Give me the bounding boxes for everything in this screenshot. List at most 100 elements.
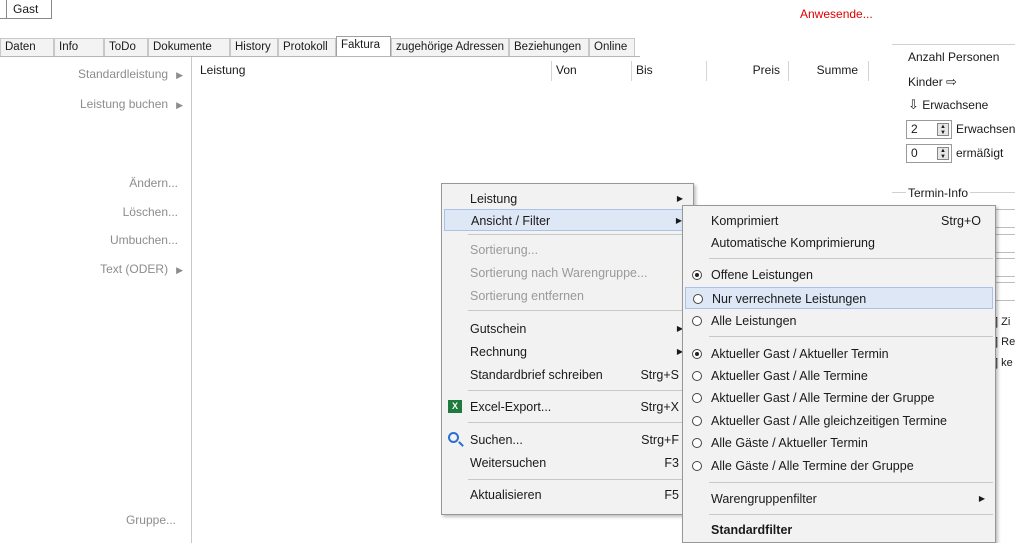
submenu-item-standardfilter-label: Standardfilter [711,523,793,537]
submenu-item-aktueller-gast-aktueller-termin-label: Aktueller Gast / Aktueller Termin [711,347,889,361]
menu-item-suchen[interactable]: Suchen... Strg+F [444,429,691,451]
tab-todo[interactable]: ToDo [104,38,148,56]
option-ke-label: ke [1001,357,1013,369]
menu-item-excel-export-label: Excel-Export... [470,400,552,414]
submenu-item-aktueller-gast-alle-termine[interactable]: Aktueller Gast / Alle Termine [685,365,993,387]
submenu-item-warengruppenfilter[interactable]: Warengruppenfilter ▶ [685,488,993,510]
delete-button[interactable]: Löschen... [40,205,178,219]
tab-faktura[interactable]: Faktura [336,36,391,57]
tab-beziehungen[interactable]: Beziehungen [509,38,589,56]
stepper-arrows-icon[interactable]: ▲ ▼ [937,123,949,136]
menu-item-ansicht-filter-label: Ansicht / Filter [471,214,551,228]
rebook-button[interactable]: Umbuchen... [40,233,178,247]
tab-zugehoerige-adressen[interactable]: zugehörige Adressen [391,38,509,56]
option-re-label: Re [1001,336,1015,348]
menu-separator [709,336,993,337]
submenu-item-auto-komprimierung-label: Automatische Komprimierung [711,236,875,250]
menu-item-sortierung-warengruppe[interactable]: Sortierung nach Warengruppe... [444,262,691,284]
radio-empty-icon [692,393,702,403]
submenu-item-standardfilter[interactable]: Standardfilter [685,519,993,541]
submenu-item-alle-gaeste-gruppe[interactable]: Alle Gäste / Alle Termine der Gruppe [685,455,993,477]
option-zi-label: Zi [1001,316,1011,328]
submenu-item-alle-gaeste-aktueller-termin-label: Alle Gäste / Aktueller Termin [711,436,868,450]
menu-separator [468,390,691,391]
menu-item-excel-export-shortcut: Strg+X [640,400,679,414]
submenu-item-alle-gaeste-aktueller-termin[interactable]: Alle Gäste / Aktueller Termin [685,432,993,454]
submenu-item-offene-leistungen[interactable]: Offene Leistungen [685,264,993,286]
menu-item-aktualisieren[interactable]: Aktualisieren F5 [444,484,691,506]
adults-toggle[interactable]: ⇩ Erwachsene [908,97,988,113]
submenu-item-aktueller-gast-aktueller-termin[interactable]: Aktueller Gast / Aktueller Termin [685,343,993,365]
column-leistung[interactable]: Leistung [196,61,552,81]
submenu-item-aktueller-gast-alle-termine-label: Aktueller Gast / Alle Termine [711,369,868,383]
arrow-down-icon: ⇩ [908,97,919,112]
radio-selected-icon [692,349,702,359]
menu-separator [468,234,691,235]
submenu-item-verrechnete-leistungen[interactable]: Nur verrechnete Leistungen [685,287,993,309]
menu-item-rechnung-label: Rechnung [470,345,527,359]
tab-history[interactable]: History [230,38,278,56]
text-or-menu[interactable]: Text (ODER) ▶ [40,262,183,276]
appointment-group-title: Termin-Info [906,186,971,200]
tab-dokumente[interactable]: Dokumente [148,38,230,56]
menu-item-weitersuchen[interactable]: Weitersuchen F3 [444,452,691,474]
submenu-item-komprimiert[interactable]: Komprimiert Strg+O [685,210,993,232]
group-button[interactable]: Gruppe... [40,513,176,527]
chevron-right-icon: ▶ [176,265,183,275]
column-preis[interactable]: Preis [707,61,789,81]
menu-item-rechnung[interactable]: Rechnung ▶ [444,341,691,363]
chevron-right-icon: ▶ [176,100,183,110]
column-bis[interactable]: Bis [632,61,707,81]
radio-empty-icon [692,371,702,381]
tab-daten[interactable]: Daten [0,38,54,56]
menu-item-leistung[interactable]: Leistung ▶ [444,188,691,210]
submenu-item-offene-leistungen-label: Offene Leistungen [711,268,813,282]
persons-group-title: Anzahl Personen [906,50,1002,64]
menu-item-suchen-shortcut: Strg+F [641,433,679,447]
option-ke[interactable]: ] ke [995,357,1013,369]
grid-header: Leistung Von Bis Preis Summe [192,61,870,81]
menu-separator [468,310,691,311]
submenu-item-alle-leistungen[interactable]: Alle Leistungen [685,310,993,332]
edit-button[interactable]: Ändern... [40,176,178,190]
radio-empty-icon [692,461,702,471]
submenu-item-alle-leistungen-label: Alle Leistungen [711,314,797,328]
standard-service-menu[interactable]: Standardleistung ▶ [40,67,183,81]
search-icon [448,432,459,443]
excel-icon: X [448,400,462,413]
book-service-label: Leistung buchen [80,97,169,111]
submenu-item-aktueller-gast-gruppe[interactable]: Aktueller Gast / Alle Termine der Gruppe [685,387,993,409]
reduced-count-stepper[interactable]: 0 ▲ ▼ [906,144,952,163]
column-von[interactable]: Von [552,61,632,81]
menu-separator [468,422,691,423]
option-re[interactable]: ] Re [995,336,1015,348]
present-guests-link[interactable]: Anwesende... [800,7,873,21]
option-zi[interactable]: ] Zi [995,316,1010,328]
radio-selected-icon [692,270,702,280]
menu-item-sortierung-entfernen[interactable]: Sortierung entfernen [444,285,691,307]
menu-item-gutschein[interactable]: Gutschein ▶ [444,318,691,340]
chevron-right-icon: ▶ [176,70,183,80]
tab-online[interactable]: Online [589,38,635,56]
stepper-arrows-icon[interactable]: ▲ ▼ [937,147,949,160]
tab-protokoll[interactable]: Protokoll [278,38,336,56]
menu-separator [709,514,993,515]
menu-item-standardbrief[interactable]: Standardbrief schreiben Strg+S [444,364,691,386]
menu-item-sortierung-label: Sortierung... [470,243,539,257]
children-toggle[interactable]: Kinder ⇨ [908,74,957,90]
menu-item-ansicht-filter[interactable]: Ansicht / Filter ▶ [444,209,691,231]
guest-button[interactable]: Gast [6,0,52,19]
book-service-menu[interactable]: Leistung buchen ▶ [40,97,183,111]
radio-empty-icon [692,438,702,448]
submenu-item-komprimiert-shortcut: Strg+O [941,214,981,228]
column-summe[interactable]: Summe [789,61,869,81]
submenu-item-auto-komprimierung[interactable]: Automatische Komprimierung [685,232,993,254]
menu-item-sortierung[interactable]: Sortierung... [444,239,691,261]
text-or-label: Text (ODER) [100,262,169,276]
submenu-item-komprimiert-label: Komprimiert [711,214,779,228]
adults-count-stepper[interactable]: 2 ▲ ▼ [906,120,952,139]
submenu-item-aktueller-gast-gleichzeitig[interactable]: Aktueller Gast / Alle gleichzeitigen Ter… [685,410,993,432]
tab-info[interactable]: Info [54,38,104,56]
menu-item-excel-export[interactable]: X Excel-Export... Strg+X [444,396,691,418]
menu-item-aktualisieren-label: Aktualisieren [470,488,542,502]
